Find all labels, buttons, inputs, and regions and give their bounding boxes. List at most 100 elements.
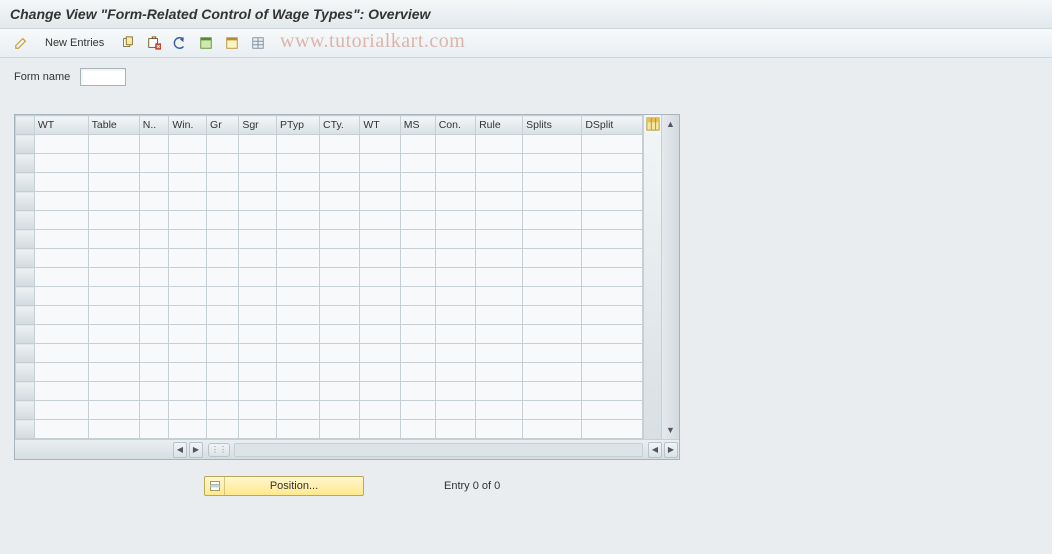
cell[interactable] — [207, 401, 239, 420]
cell[interactable] — [239, 401, 277, 420]
cell[interactable] — [582, 401, 643, 420]
cell[interactable] — [476, 325, 523, 344]
cell[interactable] — [360, 401, 400, 420]
row-selector[interactable] — [16, 420, 35, 439]
cell[interactable] — [239, 268, 277, 287]
row-selector[interactable] — [16, 401, 35, 420]
cell[interactable] — [582, 363, 643, 382]
cell[interactable] — [139, 287, 169, 306]
cell[interactable] — [360, 211, 400, 230]
cell[interactable] — [360, 382, 400, 401]
col-header-cty[interactable]: CTy. — [320, 116, 360, 135]
cell[interactable] — [169, 420, 207, 439]
cell[interactable] — [320, 230, 360, 249]
cell[interactable] — [139, 135, 169, 154]
table-view-icon[interactable] — [247, 33, 269, 53]
row-selector[interactable] — [16, 382, 35, 401]
cell[interactable] — [523, 268, 582, 287]
row-selector[interactable] — [16, 154, 35, 173]
cell[interactable] — [34, 420, 88, 439]
row-selector[interactable] — [16, 230, 35, 249]
cell[interactable] — [239, 420, 277, 439]
col-header-rule[interactable]: Rule — [476, 116, 523, 135]
cell[interactable] — [320, 154, 360, 173]
cell[interactable] — [400, 287, 435, 306]
cell[interactable] — [435, 230, 475, 249]
cell[interactable] — [207, 154, 239, 173]
cell[interactable] — [276, 287, 319, 306]
cell[interactable] — [239, 325, 277, 344]
cell[interactable] — [582, 173, 643, 192]
cell[interactable] — [139, 420, 169, 439]
cell[interactable] — [169, 382, 207, 401]
row-selector[interactable] — [16, 344, 35, 363]
cell[interactable] — [88, 306, 139, 325]
cell[interactable] — [276, 135, 319, 154]
cell[interactable] — [239, 306, 277, 325]
delete-icon[interactable] — [143, 33, 165, 53]
cell[interactable] — [34, 211, 88, 230]
cell[interactable] — [523, 211, 582, 230]
cell[interactable] — [239, 154, 277, 173]
cell[interactable] — [523, 344, 582, 363]
cell[interactable] — [34, 363, 88, 382]
cell[interactable] — [435, 268, 475, 287]
cell[interactable] — [476, 287, 523, 306]
col-header-sgr[interactable]: Sgr — [239, 116, 277, 135]
cell[interactable] — [523, 420, 582, 439]
cell[interactable] — [239, 249, 277, 268]
cell[interactable] — [88, 192, 139, 211]
col-header-dsplit[interactable]: DSplit — [582, 116, 643, 135]
cell[interactable] — [476, 249, 523, 268]
cell[interactable] — [400, 363, 435, 382]
hscroll-thumb[interactable]: ⋮⋮ — [208, 443, 230, 457]
cell[interactable] — [582, 249, 643, 268]
row-selector[interactable] — [16, 268, 35, 287]
cell[interactable] — [582, 325, 643, 344]
cell[interactable] — [139, 211, 169, 230]
cell[interactable] — [320, 420, 360, 439]
cell[interactable] — [400, 173, 435, 192]
cell[interactable] — [476, 173, 523, 192]
cell[interactable] — [320, 192, 360, 211]
cell[interactable] — [139, 306, 169, 325]
cell[interactable] — [360, 306, 400, 325]
cell[interactable] — [360, 268, 400, 287]
cell[interactable] — [88, 268, 139, 287]
cell[interactable] — [276, 268, 319, 287]
cell[interactable] — [169, 249, 207, 268]
cell[interactable] — [400, 154, 435, 173]
cell[interactable] — [400, 401, 435, 420]
cell[interactable] — [276, 420, 319, 439]
cell[interactable] — [400, 306, 435, 325]
cell[interactable] — [276, 363, 319, 382]
col-header-con[interactable]: Con. — [435, 116, 475, 135]
cell[interactable] — [169, 211, 207, 230]
cell[interactable] — [276, 249, 319, 268]
cell[interactable] — [34, 287, 88, 306]
cell[interactable] — [139, 230, 169, 249]
cell[interactable] — [207, 230, 239, 249]
cell[interactable] — [169, 173, 207, 192]
cell[interactable] — [139, 344, 169, 363]
scroll-down-icon[interactable]: ▼ — [662, 421, 679, 439]
cell[interactable] — [523, 382, 582, 401]
cell[interactable] — [476, 211, 523, 230]
cell[interactable] — [88, 363, 139, 382]
cell[interactable] — [320, 287, 360, 306]
cell[interactable] — [169, 154, 207, 173]
row-selector[interactable] — [16, 287, 35, 306]
vertical-scrollbar[interactable]: ▲ ▼ — [661, 115, 679, 439]
cell[interactable] — [207, 325, 239, 344]
cell[interactable] — [207, 249, 239, 268]
cell[interactable] — [360, 344, 400, 363]
cell[interactable] — [34, 325, 88, 344]
cell[interactable] — [476, 135, 523, 154]
cell[interactable] — [523, 287, 582, 306]
cell[interactable] — [169, 287, 207, 306]
cell[interactable] — [276, 306, 319, 325]
cell[interactable] — [88, 230, 139, 249]
copy-icon[interactable] — [117, 33, 139, 53]
undo-icon[interactable] — [169, 33, 191, 53]
cell[interactable] — [239, 382, 277, 401]
